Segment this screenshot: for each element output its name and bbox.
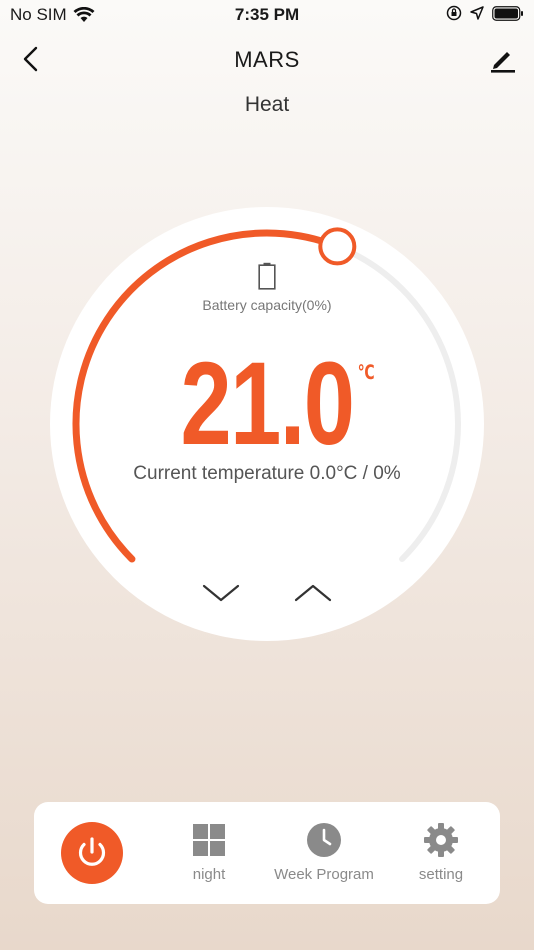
edit-pencil-icon[interactable] (488, 44, 518, 74)
current-temperature-label: Current temperature 0.0°C / 0% (133, 463, 401, 484)
setting-tab-label: setting (418, 866, 464, 883)
night-tab-label: night (192, 866, 226, 883)
week-program-tab[interactable]: Week Program (269, 822, 379, 883)
power-button[interactable] (61, 822, 123, 884)
gear-icon (424, 823, 458, 857)
page-title: MARS (234, 47, 300, 72)
location-arrow-icon (470, 6, 484, 20)
night-tab[interactable]: night (174, 822, 244, 883)
week-program-tab-label: Week Program (274, 866, 374, 883)
decrease-temperature-chevron-icon[interactable] (200, 578, 242, 606)
bottom-action-bar: night Week Program setting (34, 802, 500, 904)
set-temperature-value: 21.0 (180, 338, 355, 470)
dial-knob[interactable] (318, 227, 357, 266)
status-right (446, 5, 524, 21)
status-bar: No SIM 7:35 PM (0, 0, 534, 30)
battery-status-icon (492, 5, 523, 21)
orientation-lock-icon (446, 5, 462, 21)
grid-icon (193, 824, 225, 856)
setting-tab[interactable]: setting (406, 822, 476, 883)
increase-temperature-chevron-icon[interactable] (292, 578, 334, 606)
battery-icon (258, 262, 276, 290)
power-icon (78, 837, 106, 866)
temperature-unit: ℃ (357, 362, 375, 384)
clock-icon (307, 823, 341, 857)
battery-capacity-label: Battery capacity(0%) (202, 297, 332, 313)
mode-label: Heat (244, 93, 290, 116)
